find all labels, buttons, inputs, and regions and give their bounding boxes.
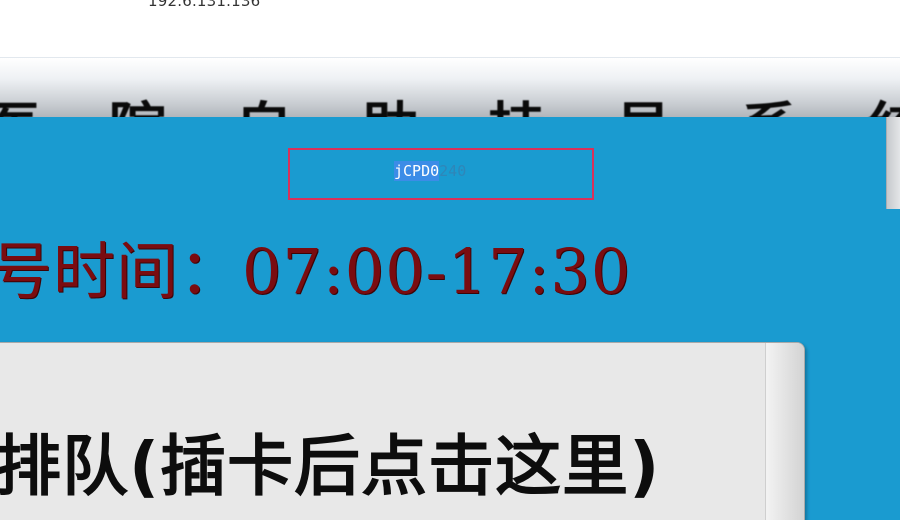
top-strip: 192.6.131.136 — [0, 0, 900, 58]
card-number-remaining-text: 240 — [439, 162, 467, 180]
ip-address-text: 192.6.131.136 — [148, 0, 261, 10]
scrollbar[interactable] — [886, 117, 900, 209]
card-number-field[interactable]: jCPD0240 — [288, 148, 594, 200]
card-number-selected-text: jCPD0 — [394, 161, 440, 181]
queue-button[interactable]: 排队(插卡后点击这里) — [0, 342, 805, 520]
registration-hours: 号时间：07:00-17:30 — [0, 235, 632, 308]
main-panel: jCPD0240 号时间：07:00-17:30 排队(插卡后点击这里) — [0, 117, 886, 520]
queue-button-label: 排队(插卡后点击这里) — [0, 428, 661, 505]
main-panel-edge — [886, 209, 900, 520]
card-number-value[interactable]: jCPD0240 — [394, 161, 467, 181]
